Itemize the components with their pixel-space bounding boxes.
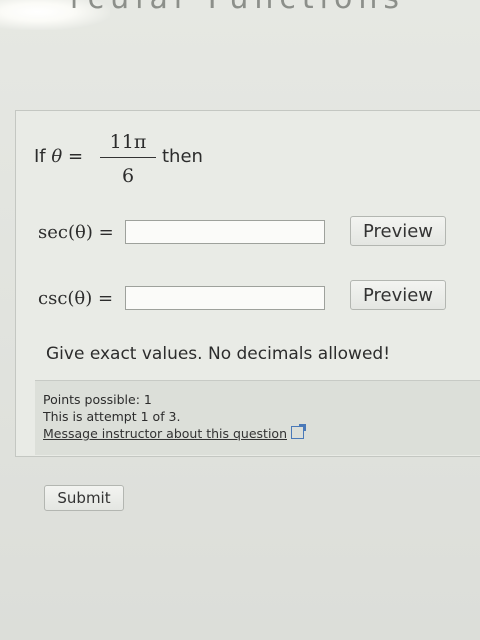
message-instructor-link[interactable]: Message instructor about this question xyxy=(43,426,287,441)
fraction-numerator: 11π xyxy=(109,131,147,153)
points-possible: Points possible: 1 xyxy=(43,392,152,407)
external-link-icon[interactable] xyxy=(291,424,306,439)
instruction-text: Give exact values. No decimals allowed! xyxy=(46,344,391,364)
csc-answer-input[interactable] xyxy=(125,286,325,310)
theta-fraction: 11π 6 xyxy=(100,130,156,188)
sec-label: sec(θ) = xyxy=(38,222,114,243)
csc-label: csc(θ) = xyxy=(38,288,114,309)
attempt-count: This is attempt 1 of 3. xyxy=(43,409,181,424)
if-theta-text: If θ = xyxy=(34,146,84,167)
fraction-denominator: 6 xyxy=(121,165,135,187)
csc-preview-button[interactable]: Preview xyxy=(350,280,446,310)
submit-button[interactable]: Submit xyxy=(44,485,124,511)
sec-preview-button[interactable]: Preview xyxy=(350,216,446,246)
page-heading: rcular Functions xyxy=(70,0,480,12)
question-info-box: Points possible: 1 This is attempt 1 of … xyxy=(35,380,480,455)
then-text: then xyxy=(162,146,203,167)
fraction-bar xyxy=(100,157,156,158)
sec-answer-input[interactable] xyxy=(125,220,325,244)
